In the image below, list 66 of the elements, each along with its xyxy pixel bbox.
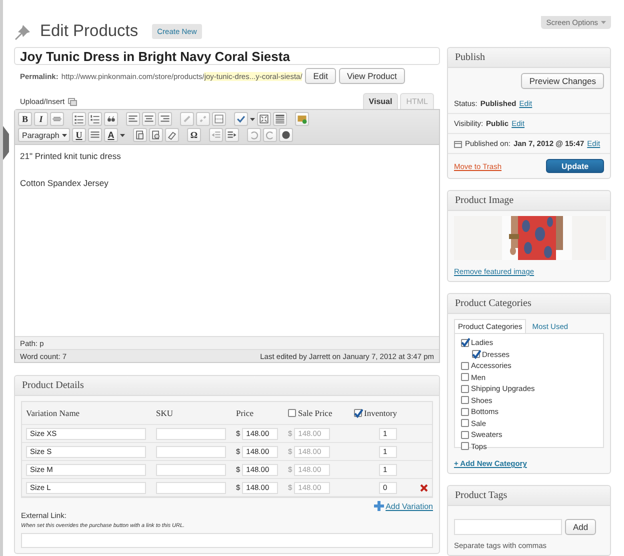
panel-title: Product Tags xyxy=(455,490,508,501)
title-field[interactable]: Joy Tunic Dress in Bright Navy Coral Siesta xyxy=(14,47,440,65)
column-header: Variation Name xyxy=(26,408,80,418)
paragraph: Cotton Spandex Jersey xyxy=(20,178,110,188)
format-dropdown[interactable]: Paragraph xyxy=(18,128,70,142)
checkbox[interactable] xyxy=(461,384,469,393)
panel-title: Product Image xyxy=(455,195,514,206)
panel-title: Product Details xyxy=(22,380,84,391)
toolbar-toggle-icon[interactable] xyxy=(274,113,286,125)
bold-button[interactable]: B xyxy=(18,112,32,126)
editor-tab[interactable]: Visual xyxy=(362,93,398,109)
sku-field[interactable] xyxy=(156,464,226,476)
checkbox[interactable] xyxy=(461,338,469,347)
editor-content[interactable]: 21" Printed knit tunic dress Cotton Spandex Jersey xyxy=(15,145,439,336)
checkbox[interactable] xyxy=(461,373,469,382)
text-color-button[interactable]: A xyxy=(104,128,118,142)
image-icon[interactable] xyxy=(296,113,308,125)
media-icon[interactable] xyxy=(68,98,77,106)
panel-title: Product Categories xyxy=(455,298,532,309)
bullet-list-icon[interactable] xyxy=(73,113,85,125)
more-tag-icon[interactable] xyxy=(213,113,225,125)
menu-pointer-icon xyxy=(3,126,9,160)
sku-field[interactable] xyxy=(156,482,226,494)
paste-word-icon[interactable] xyxy=(150,129,162,141)
delete-icon[interactable] xyxy=(420,484,428,492)
numbered-list-icon[interactable] xyxy=(89,113,101,125)
column-header: SKU xyxy=(156,408,174,418)
paste-icon[interactable] xyxy=(134,129,146,141)
page-title: Edit Products xyxy=(40,22,138,41)
checkbox[interactable] xyxy=(461,430,469,439)
add-tag-button[interactable]: Add xyxy=(565,519,596,535)
redo-icon[interactable] xyxy=(264,129,276,141)
special-character-button[interactable]: Ω xyxy=(187,128,201,142)
add-variation-link[interactable]: Add Variation xyxy=(386,502,433,510)
spellcheck-icon[interactable] xyxy=(235,113,247,125)
tag-field[interactable] xyxy=(454,519,562,535)
undo-icon[interactable] xyxy=(248,129,260,141)
view-product-button[interactable]: View Product xyxy=(338,68,405,84)
panel-title: Publish xyxy=(455,52,486,63)
checkbox[interactable] xyxy=(461,408,469,416)
paragraph: 21" Printed knit tunic dress xyxy=(20,151,122,161)
eraser-icon[interactable] xyxy=(166,129,178,141)
sku-field[interactable] xyxy=(156,428,226,440)
checkbox[interactable] xyxy=(288,409,296,417)
checkbox[interactable] xyxy=(461,419,469,428)
calendar-icon xyxy=(454,140,462,148)
checkbox[interactable] xyxy=(461,362,469,370)
plus-icon[interactable] xyxy=(374,501,384,511)
format-label: Paragraph xyxy=(22,130,60,140)
fullscreen-icon[interactable] xyxy=(258,113,270,125)
underline-button[interactable]: U xyxy=(72,128,86,142)
checkbox[interactable] xyxy=(354,409,362,417)
pushpin-icon xyxy=(14,22,32,40)
column-header: Inventory xyxy=(364,408,398,418)
preview-changes-button[interactable]: Preview Changes xyxy=(521,73,604,89)
caret-icon xyxy=(601,18,606,26)
checkbox[interactable] xyxy=(461,442,469,450)
external-link-field[interactable] xyxy=(21,533,433,548)
column-header: Price xyxy=(236,408,254,418)
column-header: Sale Price xyxy=(298,408,332,418)
update-button[interactable]: Update xyxy=(546,159,604,173)
checkbox[interactable] xyxy=(461,396,469,404)
edit-permalink-button[interactable]: Edit xyxy=(305,68,336,84)
sku-field[interactable] xyxy=(156,446,226,458)
checkbox[interactable] xyxy=(472,350,480,358)
italic-button[interactable]: I xyxy=(34,112,48,126)
